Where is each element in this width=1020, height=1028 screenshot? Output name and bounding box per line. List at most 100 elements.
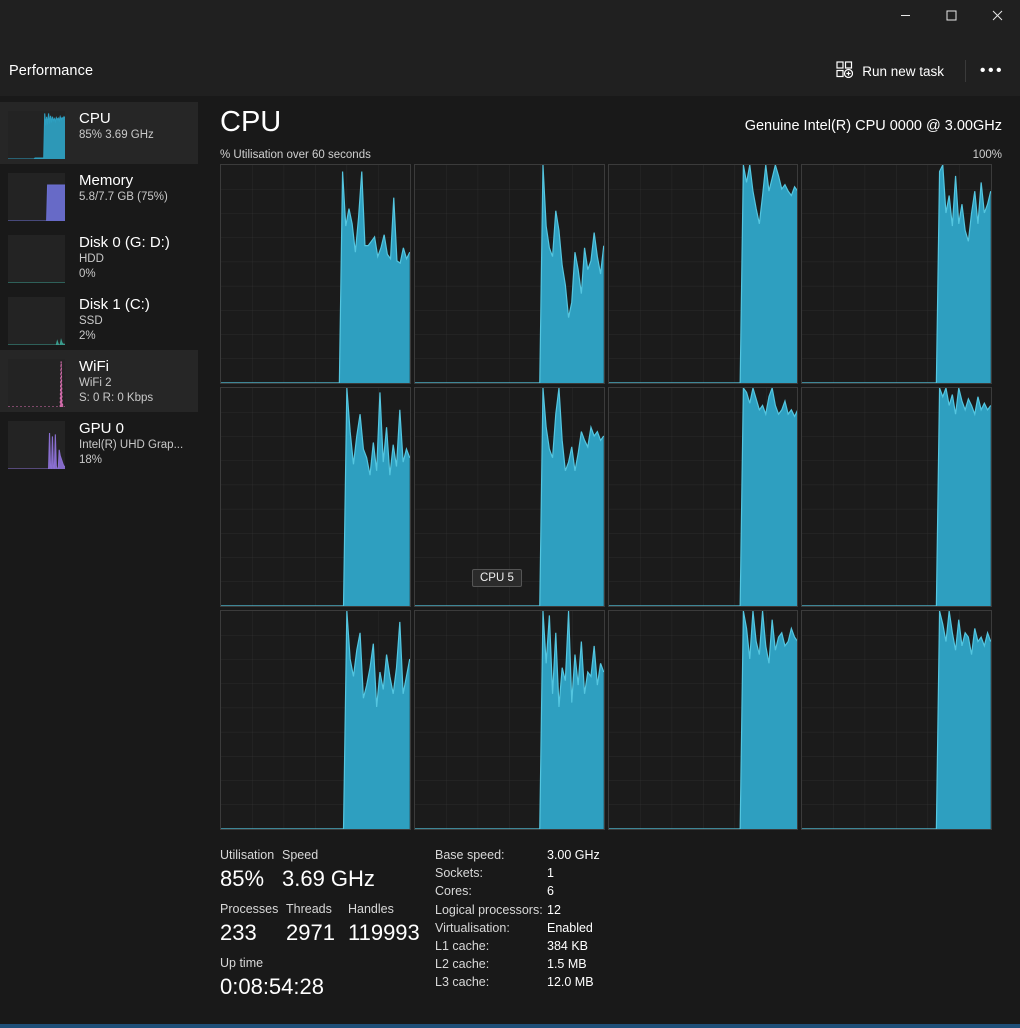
cpu-detail-value: 3.00 GHz (547, 848, 600, 862)
threads-value: 2971 (286, 920, 335, 945)
page-title: Performance (9, 63, 94, 79)
sidebar-item-memory[interactable]: Memory 5.8/7.7 GB (75%) (0, 164, 198, 226)
utilisation-value: 85% (220, 866, 265, 891)
cpu-detail-row: Logical processors: 12 (435, 901, 1002, 919)
task-manager-window: Performance Run new task ••• CPU 85% 3.6… (0, 0, 1020, 1028)
stats-values-row-1: 85% 3.69 GHz (220, 864, 425, 894)
sidebar-item-sublabel-2: 18% (79, 454, 103, 466)
minimize-icon (900, 10, 911, 21)
cpu-core-graph[interactable] (413, 387, 605, 607)
minimize-button[interactable] (882, 0, 928, 30)
sidebar-item-sublabel-1: WiFi 2 (79, 377, 112, 389)
cpu-detail-value: 384 KB (547, 939, 589, 954)
stats-labels-row-1: Utilisation Speed (220, 846, 425, 864)
close-button[interactable] (974, 0, 1020, 30)
cpu-core-graph[interactable] (607, 610, 799, 830)
app-toolbar: Performance Run new task ••• (0, 46, 1020, 96)
cpu-stats: Utilisation Speed 85% 3.69 GHz Processes… (220, 846, 1002, 1002)
cpu-detail-panel: CPU Genuine Intel(R) CPU 0000 @ 3.00GHz … (198, 96, 1020, 1028)
sidebar-item-text: Disk 0 (G: D:) HDD 0% (79, 232, 170, 282)
graph-y-axis-max-label: 100% (972, 149, 1002, 161)
sidebar-item-label: Disk 0 (G: D:) (79, 234, 170, 251)
logical-processor-graph-grid[interactable]: CPU 5 (220, 164, 992, 830)
sidebar-item-disk-1-c[interactable]: Disk 1 (C:) SSD 2% (0, 288, 198, 350)
cpu-detail-row: L3 cache: 12.0 MB (435, 973, 1002, 991)
window-body: CPU 85% 3.69 GHz Memory 5.8/7.7 GB (75%) Dis… (0, 96, 1020, 1028)
sidebar-item-gpu-0[interactable]: GPU 0 Intel(R) UHD Grap... 18% (0, 412, 198, 474)
cpu-detail-value: 6 (547, 884, 554, 899)
sidebar-mini-graph (8, 111, 65, 159)
cpu-detail-value: Enabled (547, 920, 593, 935)
handles-value: 119993 (348, 920, 420, 945)
cpu-header: CPU Genuine Intel(R) CPU 0000 @ 3.00GHz (220, 96, 1002, 140)
cpu-core-graph[interactable] (220, 387, 411, 607)
speed-value: 3.69 GHz (282, 866, 375, 891)
sidebar-item-text: CPU 85% 3.69 GHz (79, 108, 154, 143)
sidebar-mini-graph (8, 173, 65, 221)
maximize-button[interactable] (928, 0, 974, 30)
cpu-detail-value: 12 (547, 902, 561, 917)
new-task-grid-plus-icon (836, 61, 854, 81)
close-icon (992, 10, 1003, 21)
uptime-label: Up time (220, 956, 264, 970)
cpu-core-graph[interactable] (801, 387, 992, 607)
cpu-detail-row: Virtualisation: Enabled (435, 919, 1002, 937)
window-title-bar (0, 0, 1020, 46)
cpu-core-graph[interactable] (220, 610, 411, 830)
cpu-stats-details: Base speed: 3.00 GHz Sockets: 1 Cores: 6 Logic… (425, 846, 1002, 1002)
uptime-value: 0:08:54:28 (220, 974, 324, 999)
maximize-icon (946, 10, 957, 21)
cpu-detail-key: L3 cache: (435, 975, 490, 990)
stats-labels-row-2: Processes Threads Handles (220, 900, 425, 918)
cpu-detail-value: 12.0 MB (547, 975, 594, 990)
window-bottom-accent (0, 1024, 1020, 1028)
cpu-title: CPU (220, 106, 282, 138)
cpu-detail-row: L2 cache: 1.5 MB (435, 955, 1002, 973)
cpu-core-graph[interactable] (607, 387, 799, 607)
graph-x-axis-label: % Utilisation over 60 seconds (220, 149, 371, 161)
threads-label: Threads (286, 902, 332, 916)
processes-label: Processes (220, 902, 279, 916)
more-options-button[interactable]: ••• (974, 55, 1010, 87)
sidebar-item-wifi[interactable]: WiFi WiFi 2 S: 0 R: 0 Kbps (0, 350, 198, 412)
resource-sidebar: CPU 85% 3.69 GHz Memory 5.8/7.7 GB (75%) Dis… (0, 96, 198, 1028)
utilisation-label: Utilisation (220, 848, 275, 862)
cpu-core-graph[interactable] (220, 164, 411, 384)
stats-values-row-2: 233 2971 119993 (220, 918, 425, 948)
cpu-detail-row: Base speed: 3.00 GHz (435, 846, 1002, 864)
cpu-detail-value: 1.5 MB (547, 957, 587, 972)
sidebar-item-label: Memory (79, 172, 134, 189)
sidebar-item-disk-0-g-d[interactable]: Disk 0 (G: D:) HDD 0% (0, 226, 198, 288)
cpu-core-graph[interactable] (607, 164, 799, 384)
toolbar-divider (965, 60, 966, 82)
sidebar-mini-graph (8, 359, 65, 407)
cpu-core-graph[interactable] (801, 164, 992, 384)
sidebar-mini-graph (8, 297, 65, 345)
processes-value: 233 (220, 920, 257, 945)
run-new-task-button[interactable]: Run new task (823, 54, 957, 88)
sidebar-item-sublabel-1: 5.8/7.7 GB (75%) (79, 191, 168, 203)
sidebar-item-label: CPU (79, 110, 111, 127)
cpu-detail-value: 1 (547, 866, 554, 881)
cpu-detail-key: L1 cache: (435, 939, 490, 954)
sidebar-item-sublabel-2: 2% (79, 330, 96, 342)
cpu-core-graph[interactable] (413, 164, 605, 384)
cpu-detail-key: Cores: (435, 884, 472, 899)
cpu-detail-key: L2 cache: (435, 957, 490, 972)
cpu-detail-key: Base speed: (435, 848, 505, 862)
graph-axis-labels: % Utilisation over 60 seconds 100% (220, 149, 1002, 161)
cpu-core-graph[interactable] (801, 610, 992, 830)
cpu-detail-row: L1 cache: 384 KB (435, 937, 1002, 955)
cpu-core-graph[interactable] (413, 610, 605, 830)
sidebar-mini-graph (8, 421, 65, 469)
sidebar-item-sublabel-2: 0% (79, 268, 96, 280)
cpu-detail-row: Sockets: 1 (435, 864, 1002, 882)
run-new-task-label: Run new task (862, 63, 944, 79)
cpu-detail-key: Sockets: (435, 866, 483, 881)
ellipsis-icon: ••• (979, 62, 1005, 79)
sidebar-item-sublabel-1: HDD (79, 253, 104, 265)
toolbar-actions: Run new task ••• (823, 54, 1010, 88)
sidebar-item-cpu[interactable]: CPU 85% 3.69 GHz (0, 102, 198, 164)
sidebar-item-label: WiFi (79, 358, 109, 375)
sidebar-item-label: GPU 0 (79, 420, 125, 437)
